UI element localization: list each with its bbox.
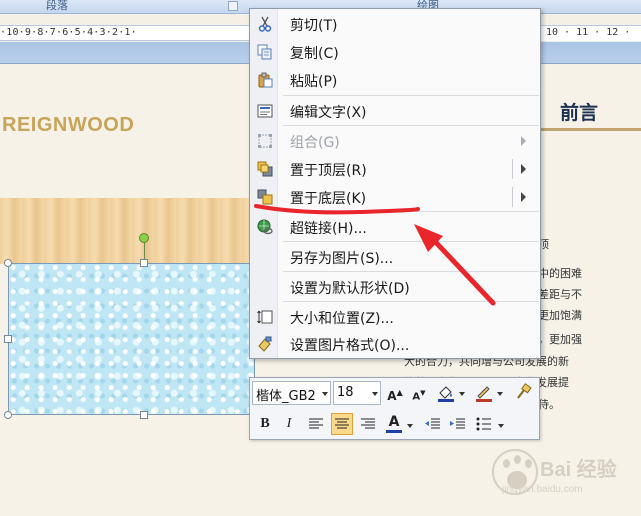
decrease-indent-button[interactable] xyxy=(422,413,444,435)
align-left-icon xyxy=(309,418,323,429)
align-center-icon xyxy=(335,418,349,429)
annotation-arrow-shaft xyxy=(425,231,496,306)
italic-button[interactable]: I xyxy=(278,413,300,435)
font-color-swatch xyxy=(386,430,402,433)
pen-line-icon xyxy=(476,386,492,402)
format-painter-icon xyxy=(517,383,532,399)
font-name-value: 楷体_GB2 xyxy=(256,389,316,404)
font-size-value: 18 xyxy=(337,385,354,400)
paint-bucket-icon xyxy=(438,386,454,402)
font-color-icon: A xyxy=(388,414,400,430)
font-color-button[interactable]: A xyxy=(383,413,405,435)
chevron-down-icon[interactable] xyxy=(497,392,503,396)
grow-font-icon: A xyxy=(387,389,397,403)
align-right-button[interactable] xyxy=(357,413,379,435)
align-left-button[interactable] xyxy=(305,413,327,435)
font-name-dropdown[interactable]: 楷体_GB2 xyxy=(252,381,331,405)
decrease-indent-icon xyxy=(425,418,440,429)
increase-indent-icon xyxy=(450,418,465,429)
fill-color-button[interactable] xyxy=(435,382,457,404)
chevron-down-icon[interactable] xyxy=(498,424,504,428)
shrink-font-icon: A xyxy=(412,391,421,403)
mini-formatting-toolbar: 楷体_GB2 18 A▲ A▼ B I A xyxy=(249,377,540,440)
align-center-button[interactable] xyxy=(331,413,353,435)
format-painter-button[interactable] xyxy=(512,382,534,404)
grow-font-button[interactable]: A▲ xyxy=(384,382,406,404)
chevron-down-icon xyxy=(322,392,328,396)
chevron-down-icon xyxy=(372,392,378,396)
align-right-icon xyxy=(361,418,375,429)
annotation-underline xyxy=(254,204,421,215)
chevron-down-icon[interactable] xyxy=(407,424,413,428)
increase-indent-button[interactable] xyxy=(447,413,469,435)
line-color-button[interactable] xyxy=(473,382,495,404)
chevron-down-icon[interactable] xyxy=(459,392,465,396)
font-size-dropdown[interactable]: 18 xyxy=(333,381,381,405)
shrink-font-button[interactable]: A▼ xyxy=(408,382,430,404)
bold-button[interactable]: B xyxy=(254,413,276,435)
bullets-button[interactable] xyxy=(473,413,495,435)
bullet-list-icon xyxy=(476,417,491,431)
